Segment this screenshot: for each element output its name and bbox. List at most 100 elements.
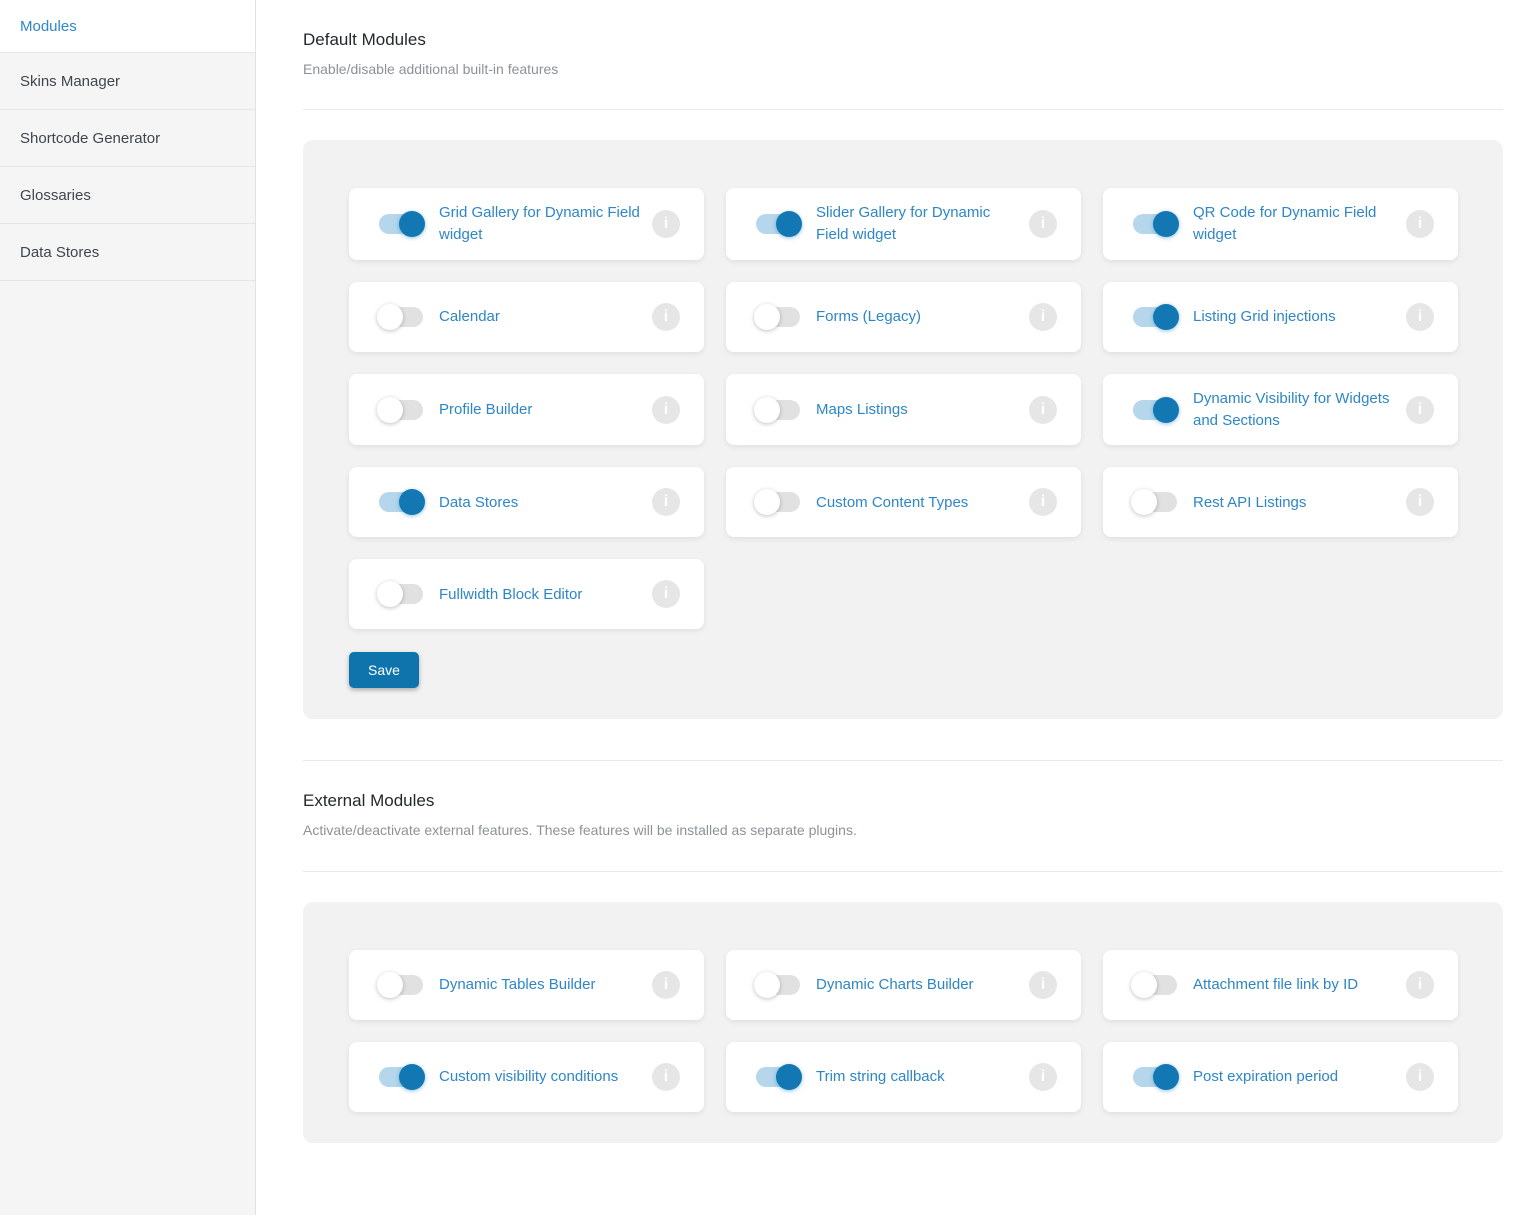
sidebar-item-label: Skins Manager: [20, 73, 120, 90]
module-toggle-forms-legacy[interactable]: [756, 307, 800, 327]
module-card-custom-content-types: Custom Content Types i: [726, 467, 1081, 537]
module-label[interactable]: Post expiration period: [1193, 1066, 1394, 1088]
toggle-knob-icon: [1131, 489, 1157, 515]
module-toggle-rest-api-listings[interactable]: [1133, 492, 1177, 512]
module-toggle-dynamic-tables-builder[interactable]: [379, 975, 423, 995]
module-toggle-custom-visibility-conditions[interactable]: [379, 1067, 423, 1087]
info-icon[interactable]: i: [1029, 488, 1057, 516]
module-toggle-grid-gallery-for-dynamic-field-widget[interactable]: [379, 214, 423, 234]
info-icon[interactable]: i: [1029, 1063, 1057, 1091]
sidebar-item-modules[interactable]: Modules: [0, 0, 255, 53]
module-toggle-custom-content-types[interactable]: [756, 492, 800, 512]
info-icon[interactable]: i: [1029, 303, 1057, 331]
info-icon[interactable]: i: [652, 303, 680, 331]
info-icon[interactable]: i: [652, 210, 680, 238]
module-toggle-slider-gallery-for-dynamic-field-widget[interactable]: [756, 214, 800, 234]
modules-grid: Dynamic Tables Builder i Dynamic Charts …: [349, 950, 1458, 1112]
module-label[interactable]: QR Code for Dynamic Field widget: [1193, 202, 1394, 246]
info-icon[interactable]: i: [1029, 210, 1057, 238]
sidebar-item-label: Glossaries: [20, 187, 91, 204]
module-card-profile-builder: Profile Builder i: [349, 374, 704, 446]
toggle-knob-icon: [754, 397, 780, 423]
info-icon[interactable]: i: [652, 396, 680, 424]
module-label[interactable]: Trim string callback: [816, 1066, 1017, 1088]
module-card-qr-code-for-dynamic-field-widget: QR Code for Dynamic Field widget i: [1103, 188, 1458, 260]
module-card-slider-gallery-for-dynamic-field-widget: Slider Gallery for Dynamic Field widget …: [726, 188, 1081, 260]
section-title: Default Modules: [303, 28, 1503, 52]
toggle-knob-icon: [377, 397, 403, 423]
module-toggle-maps-listings[interactable]: [756, 400, 800, 420]
info-icon[interactable]: i: [652, 971, 680, 999]
toggle-knob-icon: [399, 489, 425, 515]
info-icon[interactable]: i: [652, 580, 680, 608]
toggle-knob-icon: [1153, 397, 1179, 423]
sidebar-item-label: Data Stores: [20, 244, 99, 261]
module-card-attachment-file-link-by-id: Attachment file link by ID i: [1103, 950, 1458, 1020]
modules-section: Default Modules Enable/disable additiona…: [303, 28, 1503, 719]
info-icon[interactable]: i: [1406, 210, 1434, 238]
module-label[interactable]: Forms (Legacy): [816, 306, 1017, 328]
section-subtitle: Activate/deactivate external features. T…: [303, 821, 1503, 841]
module-toggle-post-expiration-period[interactable]: [1133, 1067, 1177, 1087]
module-label[interactable]: Dynamic Tables Builder: [439, 974, 640, 996]
toggle-knob-icon: [776, 211, 802, 237]
info-icon[interactable]: i: [1406, 396, 1434, 424]
module-toggle-fullwidth-block-editor[interactable]: [379, 584, 423, 604]
info-icon[interactable]: i: [1406, 303, 1434, 331]
module-toggle-calendar[interactable]: [379, 307, 423, 327]
module-toggle-data-stores[interactable]: [379, 492, 423, 512]
module-label[interactable]: Custom Content Types: [816, 492, 1017, 514]
module-card-data-stores: Data Stores i: [349, 467, 704, 537]
module-label[interactable]: Custom visibility conditions: [439, 1066, 640, 1088]
module-label[interactable]: Dynamic Visibility for Widgets and Secti…: [1193, 388, 1394, 432]
module-card-listing-grid-injections: Listing Grid injections i: [1103, 282, 1458, 352]
module-toggle-attachment-file-link-by-id[interactable]: [1133, 975, 1177, 995]
toggle-knob-icon: [377, 581, 403, 607]
module-label[interactable]: Maps Listings: [816, 399, 1017, 421]
toggle-knob-icon: [754, 489, 780, 515]
modules-panel: Dynamic Tables Builder i Dynamic Charts …: [303, 902, 1503, 1143]
toggle-knob-icon: [754, 304, 780, 330]
module-label[interactable]: Listing Grid injections: [1193, 306, 1394, 328]
module-card-grid-gallery-for-dynamic-field-widget: Grid Gallery for Dynamic Field widget i: [349, 188, 704, 260]
module-label[interactable]: Calendar: [439, 306, 640, 328]
module-card-custom-visibility-conditions: Custom visibility conditions i: [349, 1042, 704, 1112]
module-card-fullwidth-block-editor: Fullwidth Block Editor i: [349, 559, 704, 629]
module-label[interactable]: Dynamic Charts Builder: [816, 974, 1017, 996]
module-toggle-profile-builder[interactable]: [379, 400, 423, 420]
info-icon[interactable]: i: [1406, 971, 1434, 999]
toggle-knob-icon: [377, 304, 403, 330]
module-label[interactable]: Grid Gallery for Dynamic Field widget: [439, 202, 640, 246]
module-label[interactable]: Fullwidth Block Editor: [439, 584, 640, 606]
module-card-dynamic-visibility-for-widgets-and-sections: Dynamic Visibility for Widgets and Secti…: [1103, 374, 1458, 446]
header-divider: [303, 109, 1503, 110]
info-icon[interactable]: i: [652, 488, 680, 516]
info-icon[interactable]: i: [1406, 488, 1434, 516]
info-icon[interactable]: i: [1406, 1063, 1434, 1091]
module-card-calendar: Calendar i: [349, 282, 704, 352]
module-toggle-dynamic-visibility-for-widgets-and-sections[interactable]: [1133, 400, 1177, 420]
info-icon[interactable]: i: [1029, 971, 1057, 999]
save-button[interactable]: Save: [349, 652, 419, 688]
module-toggle-trim-string-callback[interactable]: [756, 1067, 800, 1087]
module-card-dynamic-charts-builder: Dynamic Charts Builder i: [726, 950, 1081, 1020]
settings-content: Default Modules Enable/disable additiona…: [256, 0, 1536, 1215]
module-label[interactable]: Data Stores: [439, 492, 640, 514]
module-label[interactable]: Attachment file link by ID: [1193, 974, 1394, 996]
module-card-trim-string-callback: Trim string callback i: [726, 1042, 1081, 1112]
sidebar-item-label: Shortcode Generator: [20, 130, 160, 147]
module-label[interactable]: Slider Gallery for Dynamic Field widget: [816, 202, 1017, 246]
module-toggle-dynamic-charts-builder[interactable]: [756, 975, 800, 995]
module-toggle-qr-code-for-dynamic-field-widget[interactable]: [1133, 214, 1177, 234]
sidebar-item-data-stores[interactable]: Data Stores: [0, 224, 255, 281]
module-card-dynamic-tables-builder: Dynamic Tables Builder i: [349, 950, 704, 1020]
sidebar-item-glossaries[interactable]: Glossaries: [0, 167, 255, 224]
info-icon[interactable]: i: [652, 1063, 680, 1091]
toggle-knob-icon: [377, 972, 403, 998]
sidebar-item-shortcode-generator[interactable]: Shortcode Generator: [0, 110, 255, 167]
module-toggle-listing-grid-injections[interactable]: [1133, 307, 1177, 327]
module-label[interactable]: Profile Builder: [439, 399, 640, 421]
module-label[interactable]: Rest API Listings: [1193, 492, 1394, 514]
info-icon[interactable]: i: [1029, 396, 1057, 424]
sidebar-item-skins-manager[interactable]: Skins Manager: [0, 53, 255, 110]
